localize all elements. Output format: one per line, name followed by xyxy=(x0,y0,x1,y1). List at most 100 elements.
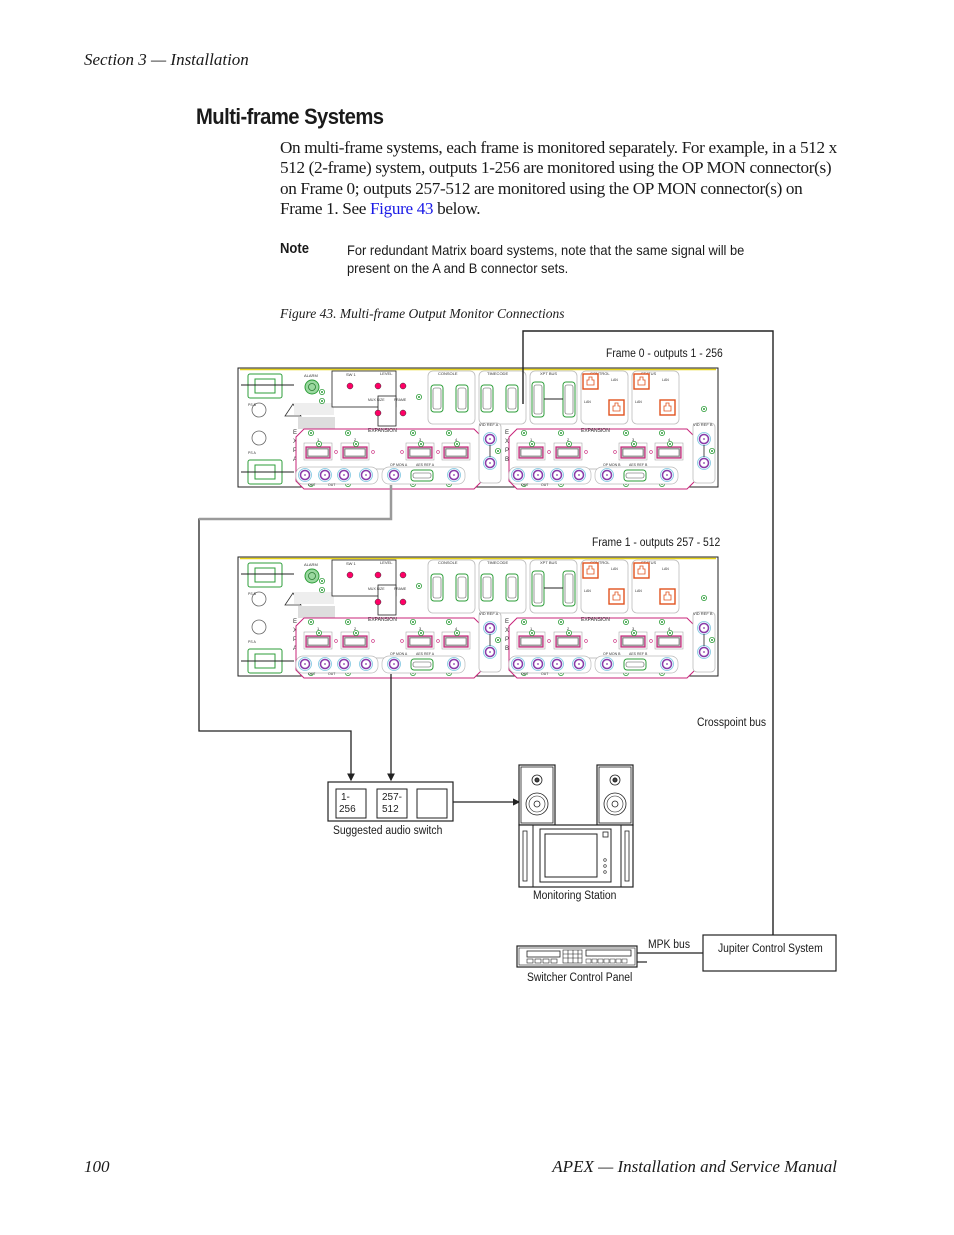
xpt-bus-label: XPT BUS xyxy=(540,560,557,565)
aes-ref-label: AES REF B xyxy=(629,463,648,467)
exp-b-letter-b: B xyxy=(505,457,509,463)
alarm-label: ALARM xyxy=(304,562,318,567)
switcher-panel-label: Switcher Control Panel xyxy=(527,972,633,984)
monitoring-station xyxy=(518,764,634,888)
op-mon-label: OP MON A xyxy=(390,652,408,656)
footer-manual-title: APEX — Installation and Service Manual xyxy=(552,1157,837,1176)
sw1-label: SW 1 xyxy=(346,372,357,377)
sw1-label: SW 1 xyxy=(346,561,357,566)
exp-a-letter: E xyxy=(293,430,297,436)
lan-label: LAN xyxy=(611,378,618,382)
rj45-port-icon xyxy=(582,373,599,390)
audio-btn-label-2b: 512 xyxy=(382,804,399,815)
timecode-label: TIMECODE xyxy=(487,371,508,376)
vid-ref-label: VID REF A xyxy=(479,422,499,427)
svg-text:X: X xyxy=(505,439,509,445)
xpt-bus-label: XPT BUS xyxy=(540,371,557,376)
vid-ref-label: VID REF B xyxy=(693,422,713,427)
jupiter-label: Jupiter Control System xyxy=(718,943,823,955)
ps-b-label: PS B xyxy=(248,592,257,596)
footer-page-number: 100 xyxy=(84,1157,110,1176)
svg-text:X: X xyxy=(505,628,509,634)
warning-text-block xyxy=(294,403,334,415)
op-mon-label: OP MON B xyxy=(603,652,621,656)
lan-label: LAN xyxy=(635,400,642,404)
left-speaker-icon xyxy=(518,764,556,826)
exp-b-letter-b: B xyxy=(505,646,509,652)
expansion-label: EXPANSION xyxy=(581,617,610,623)
aes-ref-label: AES REF B xyxy=(629,652,648,656)
out-label: OUT xyxy=(328,672,336,676)
frame-1-rear-panel: PS B PS A ALARM SW 1 LEVEL MUX SIZE FRAME CONSO… xyxy=(237,556,719,679)
op-mon-label: OP MON B xyxy=(603,463,621,467)
rotary-switch-icon xyxy=(399,598,407,606)
exp-a-letter: E xyxy=(293,619,297,625)
fuse-a-icon xyxy=(251,430,267,446)
rj45-port-icon xyxy=(659,399,676,416)
rj45-port-icon xyxy=(633,562,650,579)
monitoring-station-label: Monitoring Station xyxy=(533,890,617,902)
svg-text:P: P xyxy=(505,448,509,454)
rotary-switch-icon xyxy=(346,571,354,579)
frame-label: FRAME xyxy=(394,398,407,402)
rotary-switch-icon xyxy=(374,409,382,417)
audio-switch-button-blank[interactable] xyxy=(416,788,448,819)
warning-text-block-2 xyxy=(298,417,335,429)
rotary-switch-icon xyxy=(399,409,407,417)
ps-a-label: PS A xyxy=(248,640,256,644)
vid-ref-label: VID REF B xyxy=(693,611,713,616)
mpk-bus-label: MPK bus xyxy=(648,939,691,951)
figure-43-diagram: PS B PS A ALARM SW 1 LEVEL MUX SIZE FRAME CONSO… xyxy=(198,330,837,972)
frame-0-opmon-cable-gray xyxy=(199,485,393,521)
out-label: OUT xyxy=(541,672,549,676)
lan-label: LAN xyxy=(584,400,591,404)
lan-label: LAN xyxy=(635,589,642,593)
op-mon-label: OP MON A xyxy=(390,463,408,467)
warning-text-block-2 xyxy=(298,606,335,618)
rotary-switch-icon xyxy=(399,382,407,390)
out-label: OUT xyxy=(308,483,316,487)
exp-b-letter: E xyxy=(505,430,509,436)
lan-label: LAN xyxy=(662,378,669,382)
rj45-port-icon xyxy=(608,399,625,416)
lan-label: LAN xyxy=(611,567,618,571)
mux-size-label: MUX SIZE xyxy=(368,587,385,591)
frame-label: FRAME xyxy=(394,587,407,591)
rj45-port-icon xyxy=(608,588,625,605)
ps-a-label: PS A xyxy=(248,451,256,455)
expansion-label: EXPANSION xyxy=(368,617,397,623)
suggested-audio-switch: 1- 256 257- 512 xyxy=(327,781,454,822)
console-label: CONSOLE xyxy=(438,371,458,376)
svg-text:P: P xyxy=(505,637,509,643)
level-label: LEVEL xyxy=(380,560,393,565)
warning-text-block xyxy=(294,592,334,604)
rj45-port-icon xyxy=(633,373,650,390)
rotary-switch-icon xyxy=(399,571,407,579)
aes-ref-label: AES REF A xyxy=(416,463,435,467)
audio-btn-label-1a: 1- xyxy=(341,792,350,803)
lan-label: LAN xyxy=(662,567,669,571)
rj45-port-icon xyxy=(659,588,676,605)
out-label: OUT xyxy=(541,483,549,487)
frame-0-label: Frame 0 - outputs 1 - 256 xyxy=(606,348,723,360)
crosspoint-bus-label: Crosspoint bus xyxy=(697,717,767,729)
out-label: OUT xyxy=(328,483,336,487)
out-label: OUT xyxy=(308,672,316,676)
aes-ref-label: AES REF A xyxy=(416,652,435,656)
alarm-connector-icon xyxy=(304,379,320,395)
rotary-switch-icon xyxy=(374,571,382,579)
expansion-label: EXPANSION xyxy=(581,428,610,434)
console-label: CONSOLE xyxy=(438,560,458,565)
audio-btn-label-1b: 256 xyxy=(339,804,356,815)
ps-b-label: PS B xyxy=(248,403,257,407)
alarm-connector-icon xyxy=(304,568,320,584)
rotary-switch-icon xyxy=(346,382,354,390)
monitor-icon xyxy=(518,824,634,888)
timecode-label: TIMECODE xyxy=(487,560,508,565)
frame-0-rear-panel: PS B PS A ALARM SW 1 LEVEL MUX SIZE FRAME CONSO… xyxy=(237,367,719,490)
audio-switch-label: Suggested audio switch xyxy=(333,825,443,837)
alarm-label: ALARM xyxy=(304,373,318,378)
out-label: OUT xyxy=(521,672,529,676)
lan-label: LAN xyxy=(584,589,591,593)
rotary-switch-icon xyxy=(374,382,382,390)
